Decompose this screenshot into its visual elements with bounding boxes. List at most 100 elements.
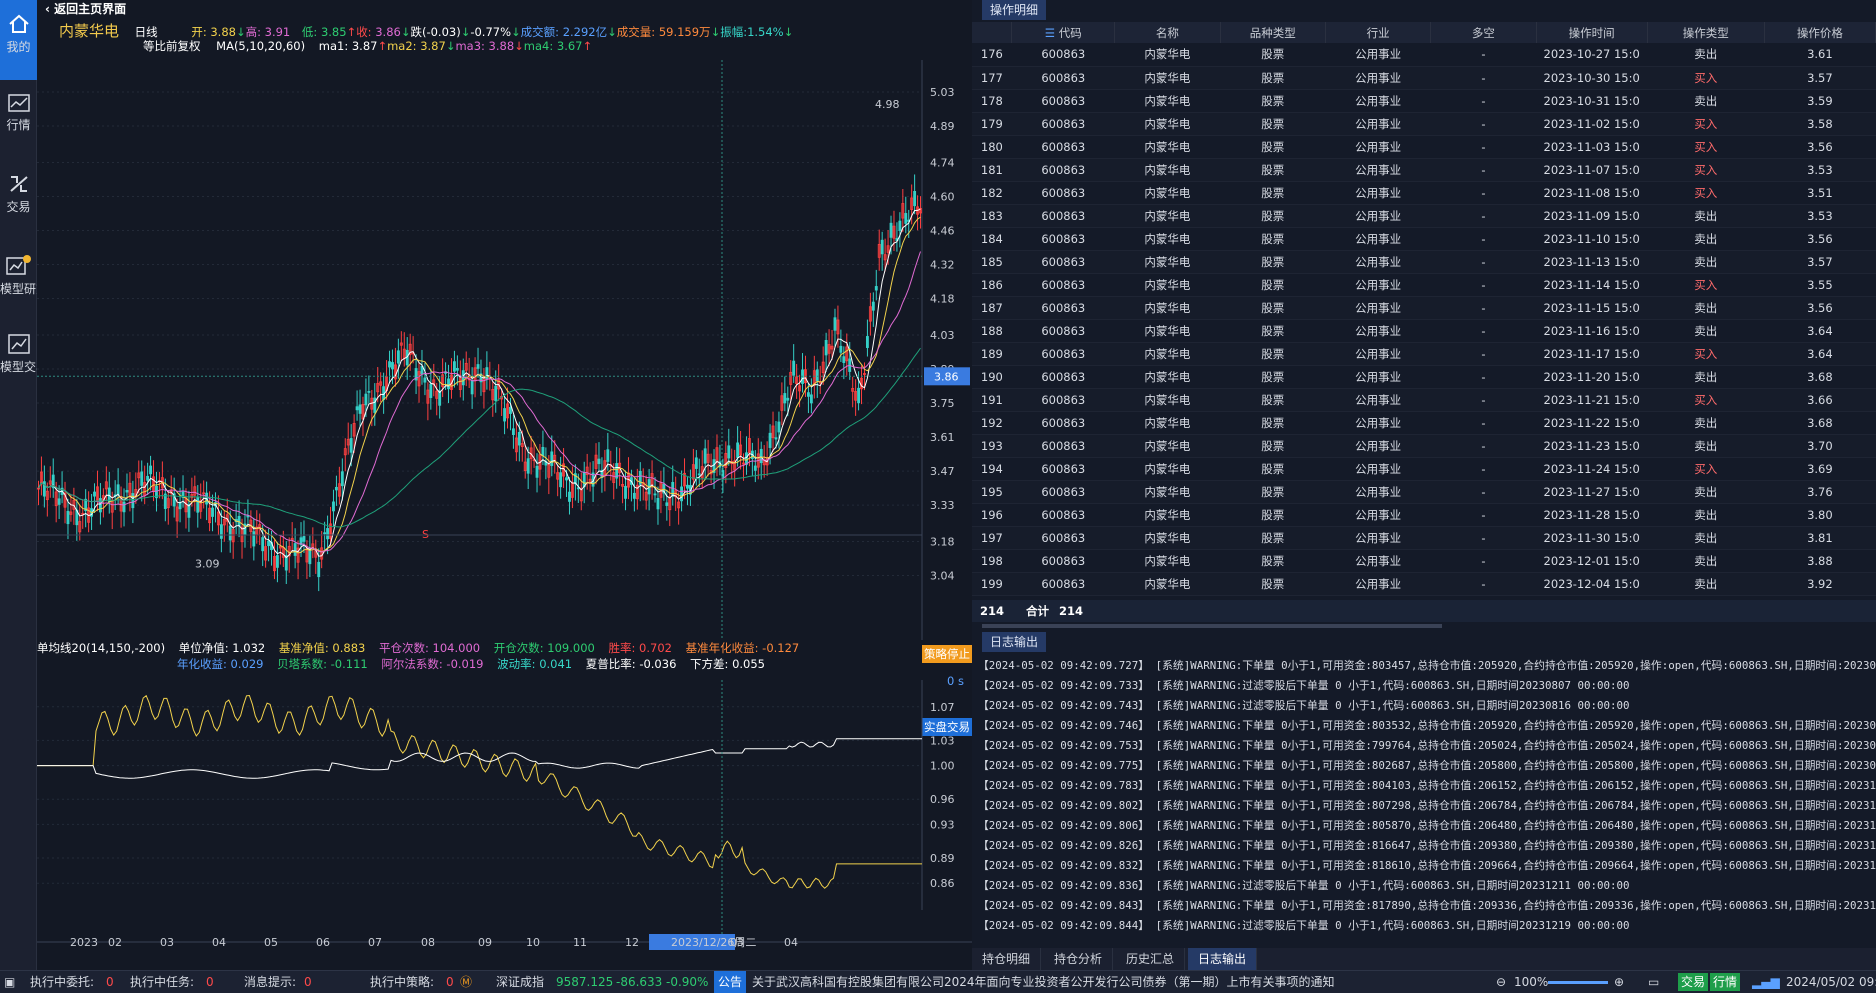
window-icon[interactable]: ▣ — [4, 971, 15, 993]
status-bar: ▣ 执行中委托: 0 执行中任务: 0 消息提示: 0 执行中策略: 0 Ⓜ 深… — [0, 970, 1876, 993]
notice-badge[interactable]: 公告 — [714, 971, 747, 993]
table-row[interactable]: 194 600863 内蒙华电 股票 公用事业 -2023-11-24 15:0 买入 3.6… — [972, 457, 1876, 481]
table-row[interactable]: 187 600863 内蒙华电 股票 公用事业 -2023-11-15 15:0 卖出 3.5… — [972, 296, 1876, 320]
table-row[interactable]: 185 600863 内蒙华电 股票 公用事业 -2023-11-13 15:0 卖出 3.5… — [972, 250, 1876, 274]
ann-label: 年化收益: — [177, 657, 227, 671]
back-bar[interactable]: ‹ 返回主页界面 — [37, 0, 972, 18]
table-cell: - — [1430, 296, 1537, 320]
table-row[interactable]: 177 600863 内蒙华电 股票 公用事业 -2023-10-30 15:0 买入 3.5… — [972, 66, 1876, 90]
table-row[interactable]: 197 600863 内蒙华电 股票 公用事业 -2023-11-30 15:0 卖出 3.8… — [972, 526, 1876, 550]
strategy-nav-chart[interactable]: 1.07 1.03 1.00 0.96 0.93 0.89 0.86 2023 02 03 04 05… — [37, 680, 972, 950]
table-row[interactable]: 193 600863 内蒙华电 股票 公用事业 -2023-11-23 15:0 卖出 3.7… — [972, 434, 1876, 458]
candle-body — [535, 465, 539, 478]
x-tick: 10 — [526, 936, 540, 949]
trade-status-button[interactable]: 交易 — [1678, 973, 1709, 991]
table-row[interactable]: 191 600863 内蒙华电 股票 公用事业 -2023-11-21 15:0 买入 3.6… — [972, 388, 1876, 412]
nav-item-trade[interactable]: 交易 — [0, 160, 37, 240]
table-row[interactable]: 196 600863 内蒙华电 股票 公用事业 -2023-11-28 15:0 卖出 3.8… — [972, 503, 1876, 527]
nav-item-model-trade[interactable]: 模型交易 — [0, 320, 37, 400]
x-tick: 05 — [264, 936, 278, 949]
bottom-tab[interactable]: 日志输出 — [1188, 948, 1258, 970]
log-line: 【2024-05-02 09:42:09.832】 [系统]WARNING:下单… — [978, 859, 1876, 872]
bottom-tab[interactable]: 历史汇总 — [1116, 948, 1186, 970]
table-row[interactable]: 189 600863 内蒙华电 股票 公用事业 -2023-11-17 15:0 买入 3.6… — [972, 342, 1876, 366]
table-row[interactable]: 195 600863 内蒙华电 股票 公用事业 -2023-11-27 15:0 卖出 3.7… — [972, 480, 1876, 504]
column-header[interactable]: 操作类型 — [1647, 22, 1765, 43]
nav-item-market[interactable]: 行情 — [0, 80, 37, 160]
table-cell: 600863 — [1011, 572, 1115, 596]
strategy-tick: 0.96 — [930, 793, 955, 806]
home-icon — [8, 14, 29, 33]
zoom-in-icon[interactable]: ⊕ — [1614, 971, 1624, 993]
table-row[interactable]: 181 600863 内蒙华电 股票 公用事业 -2023-11-07 15:0 买入 3.5… — [972, 158, 1876, 182]
sort-icon[interactable]: ☰ — [1045, 26, 1059, 40]
table-cell: 卖出 — [1647, 480, 1765, 504]
zoom-out-icon[interactable]: ⊖ — [1496, 971, 1506, 993]
price-tick: 3.18 — [930, 536, 955, 549]
column-header[interactable]: 操作价格 — [1764, 22, 1876, 43]
notice-text[interactable]: 关于武汉高科国有控股集团有限公司2024年面向专业投资者公开发行公司债券（第一期… — [752, 971, 1335, 993]
entrust-count: 0 — [106, 975, 114, 989]
column-header[interactable]: ☰ 代码 — [1011, 22, 1116, 43]
adjust-label[interactable]: 等比前复权 — [143, 39, 201, 53]
index-name[interactable]: 深证成指 — [496, 971, 544, 993]
table-cell: 内蒙华电 — [1114, 388, 1221, 412]
candlestick-chart[interactable]: 5.034.894.744.604.464.324.184.033.893.75… — [37, 60, 972, 640]
table-row[interactable]: 180 600863 内蒙华电 股票 公用事业 -2023-11-03 15:0 买入 3.5… — [972, 135, 1876, 159]
candle-body — [559, 472, 563, 488]
candle-body — [455, 367, 459, 371]
open-value: 3.88 — [210, 25, 236, 39]
strategy-stop-button[interactable]: 策略停止 — [922, 645, 972, 663]
table-row[interactable]: 182 600863 内蒙华电 股票 公用事业 -2023-11-08 15:0 买入 3.5… — [972, 181, 1876, 205]
candle-body — [131, 493, 135, 509]
table-row[interactable]: 176 600863 内蒙华电 股票 公用事业 -2023-10-27 15:0 卖出 3.6… — [972, 43, 1876, 67]
table-row[interactable]: 184 600863 内蒙华电 股票 公用事业 -2023-11-10 15:0 卖出 3.5… — [972, 227, 1876, 251]
nav-item-research[interactable]: 模型研究 — [0, 240, 37, 320]
horizontal-scrollbar[interactable] — [982, 624, 1442, 628]
table-row[interactable]: 186 600863 内蒙华电 股票 公用事业 -2023-11-14 15:0 买入 3.5… — [972, 273, 1876, 297]
table-row[interactable]: 178 600863 内蒙华电 股票 公用事业 -2023-10-31 15:0 卖出 3.5… — [972, 89, 1876, 113]
table-cell: 3.57 — [1764, 250, 1876, 274]
candle-body — [842, 356, 846, 363]
table-cell: 3.55 — [1764, 273, 1876, 297]
nav-item-mine[interactable]: 我的 — [0, 0, 37, 80]
column-header[interactable]: 品种类型 — [1220, 22, 1326, 43]
monitor-icon[interactable]: ▭ — [1648, 971, 1659, 993]
x-tick: 03 — [160, 936, 174, 949]
candle-body — [889, 222, 893, 238]
tab-log-output[interactable]: 日志输出 — [982, 632, 1047, 652]
zoom-slider[interactable] — [1548, 981, 1608, 984]
table-row[interactable]: 198 600863 内蒙华电 股票 公用事业 -2023-12-01 15:0 卖出 3.8… — [972, 549, 1876, 573]
column-header[interactable]: 操作时间 — [1536, 22, 1648, 43]
table-row[interactable]: 179 600863 内蒙华电 股票 公用事业 -2023-11-02 15:0 买入 3.5… — [972, 112, 1876, 136]
table-row[interactable]: 183 600863 内蒙华电 股票 公用事业 -2023-11-09 15:0 卖出 3.5… — [972, 204, 1876, 228]
bench-label: 基准净值: — [278, 641, 329, 655]
table-row[interactable]: 199 600863 内蒙华电 股票 公用事业 -2023-12-04 15:0 卖出 3.9… — [972, 572, 1876, 596]
ma-line: 等比前复权 MA(5,10,20,60) ma1: 3.87↑ma2: 3.87… — [143, 39, 593, 53]
table-cell: 内蒙华电 — [1114, 296, 1221, 320]
column-header[interactable]: 名称 — [1114, 22, 1221, 43]
bottom-tab[interactable]: 持仓分析 — [1044, 948, 1114, 970]
column-header[interactable]: 行业 — [1325, 22, 1432, 43]
period-label[interactable]: 日线 — [135, 25, 158, 39]
table-cell: 内蒙华电 — [1114, 273, 1221, 297]
quote-status-button[interactable]: 行情 — [1710, 973, 1741, 991]
high-label: 高: — [245, 25, 261, 39]
bottom-tab[interactable]: 持仓明细 — [972, 948, 1042, 970]
candle-body — [874, 286, 878, 291]
bench-ann-label: 基准年化收益: — [685, 641, 759, 655]
table-row[interactable]: 192 600863 内蒙华电 股票 公用事业 -2023-11-22 15:0 卖出 3.6… — [972, 411, 1876, 435]
table-row[interactable]: 190 600863 内蒙华电 股票 公用事业 -2023-11-20 15:0 卖出 3.6… — [972, 365, 1876, 389]
log-line: 【2024-05-02 09:42:09.806】 [系统]WARNING:下单… — [978, 819, 1876, 832]
column-header[interactable] — [972, 22, 1013, 43]
tab-operation-detail[interactable]: 操作明细 — [982, 0, 1047, 20]
table-cell: 193 — [972, 434, 1012, 458]
column-header[interactable]: 多空 — [1430, 22, 1537, 43]
m-icon[interactable]: Ⓜ — [460, 971, 472, 993]
table-row[interactable]: 188 600863 内蒙华电 股票 公用事业 -2023-11-16 15:0 卖出 3.6… — [972, 319, 1876, 343]
table-cell: 公用事业 — [1325, 250, 1431, 274]
table-cell: 600863 — [1011, 319, 1115, 343]
table-cell: 3.56 — [1764, 227, 1876, 251]
table-cell: - — [1430, 480, 1537, 504]
candle-body — [178, 502, 182, 510]
